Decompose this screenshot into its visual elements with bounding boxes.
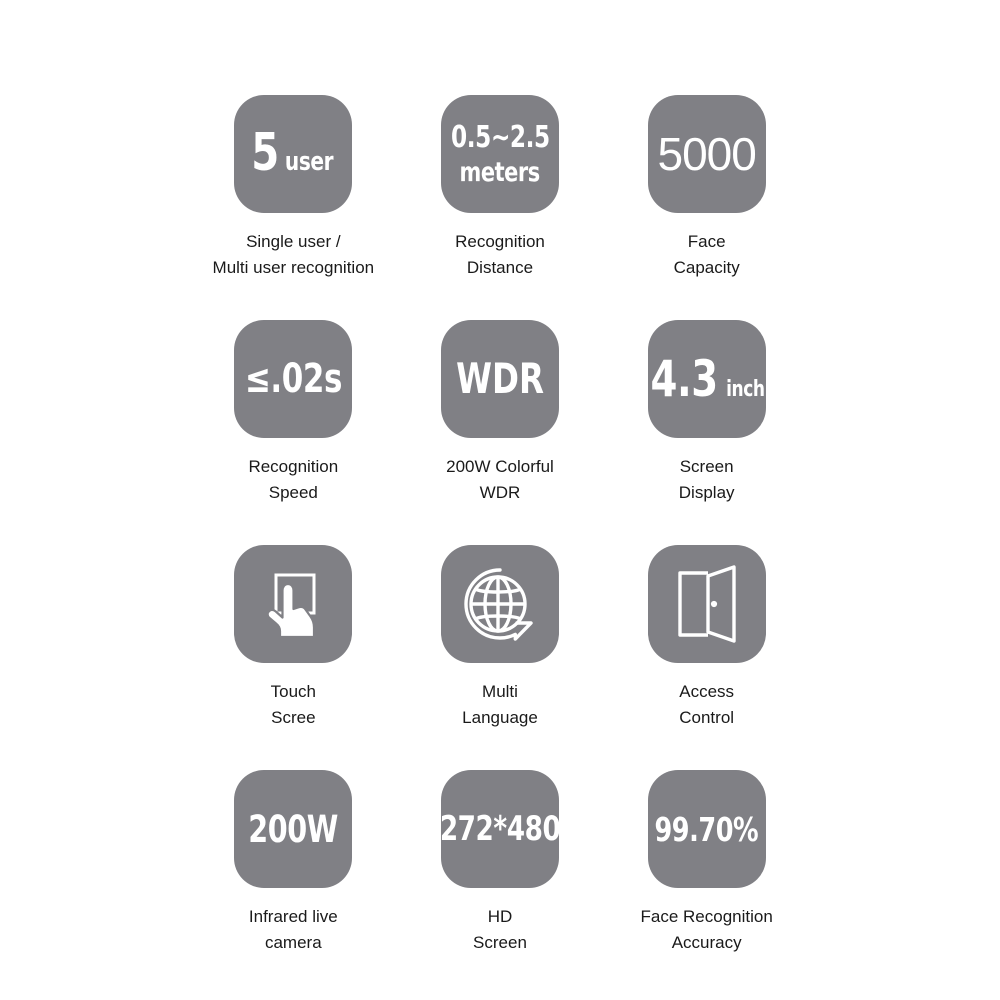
tile-value-primary: WDR	[456, 354, 544, 403]
open-door-icon	[665, 562, 749, 646]
caption-line-1: Screen	[679, 457, 734, 476]
tile-value-primary: 5	[251, 123, 280, 184]
feature-tile-touch-screen	[234, 545, 353, 663]
caption-line-2: Scree	[271, 708, 316, 727]
caption-line-1: Infrared live	[248, 907, 338, 926]
feature-tile-multi-language	[440, 545, 559, 663]
feature-card-face-recognition-accuracy: 99.70% Face Recognition Accuracy	[603, 770, 810, 995]
tile-value-primary: 272*480	[440, 809, 559, 849]
caption-line-2: Capacity	[673, 258, 740, 277]
feature-spec-sheet: 5 user Single user / Multi user recognit…	[0, 0, 1000, 1000]
feature-card-screen-display: 4.3 inch Screen Display	[603, 320, 810, 545]
feature-tile-single-multi-user-recognition: 5 user	[234, 95, 353, 213]
caption-line-2: Language	[462, 708, 538, 727]
touch-hand-icon	[252, 563, 334, 645]
caption-line-1: 200W Colorful	[446, 457, 554, 476]
feature-caption: Single user / Multi user recognition	[213, 229, 375, 281]
caption-line-1: Recognition	[455, 232, 545, 251]
caption-line-2: Multi user recognition	[212, 258, 375, 277]
tile-value-primary: ≤.02s	[244, 356, 342, 402]
feature-caption: HD Screen	[473, 904, 527, 956]
feature-card-hd-screen: 272*480 HD Screen	[397, 770, 604, 995]
caption-line-2: WDR	[479, 483, 521, 502]
caption-line-2: camera	[264, 933, 322, 952]
feature-card-single-multi-user-recognition: 5 user Single user / Multi user recognit…	[190, 95, 397, 320]
caption-line-2: Accuracy	[671, 933, 742, 952]
tile-value-primary: 4.3	[650, 350, 719, 408]
feature-caption: Touch Scree	[271, 679, 316, 731]
tile-value-secondary: meters	[459, 156, 541, 188]
feature-tile-infrared-live-camera: 200W	[234, 770, 353, 888]
feature-card-recognition-speed: ≤.02s Recognition Speed	[190, 320, 397, 545]
feature-caption: 200W Colorful WDR	[446, 454, 554, 506]
caption-line-2: Control	[679, 708, 735, 727]
feature-caption: Face Capacity	[674, 229, 740, 281]
feature-tile-recognition-speed: ≤.02s	[234, 320, 353, 438]
feature-card-multi-language: Multi Language	[397, 545, 604, 770]
feature-card-infrared-live-camera: 200W Infrared live camera	[190, 770, 397, 995]
globe-speech-bubble-icon	[457, 561, 543, 647]
caption-line-1: Recognition	[248, 457, 339, 476]
tile-value-primary: 200W	[248, 807, 339, 851]
caption-line-1: HD	[487, 907, 513, 926]
feature-card-access-control: Access Control	[603, 545, 810, 770]
tile-value-primary: 99.70%	[654, 809, 759, 849]
feature-tile-screen-display: 4.3 inch	[647, 320, 766, 438]
feature-grid: 5 user Single user / Multi user recognit…	[190, 95, 810, 995]
feature-caption: Recognition Distance	[455, 229, 545, 281]
tile-value-secondary: user	[285, 147, 334, 178]
feature-tile-access-control	[647, 545, 766, 663]
feature-card-touch-screen: Touch Scree	[190, 545, 397, 770]
tile-value-primary: 5000	[657, 128, 756, 180]
caption-line-1: Multi	[482, 682, 518, 701]
feature-caption: Face Recognition Accuracy	[641, 904, 773, 956]
feature-card-colorful-wdr: WDR 200W Colorful WDR	[397, 320, 604, 545]
feature-tile-face-capacity: 5000	[647, 95, 766, 213]
feature-tile-hd-screen: 272*480	[440, 770, 559, 888]
feature-caption: Screen Display	[679, 454, 735, 506]
caption-line-1: Face	[687, 232, 726, 251]
feature-card-recognition-distance: 0.5∼2.5 meters Recognition Distance	[397, 95, 604, 320]
caption-line-1: Face Recognition	[640, 907, 773, 926]
feature-tile-recognition-distance: 0.5∼2.5 meters	[440, 95, 559, 213]
feature-card-face-capacity: 5000 Face Capacity	[603, 95, 810, 320]
caption-line-2: Screen	[473, 933, 527, 952]
caption-line-2: Display	[678, 483, 735, 502]
caption-line-1: Access	[679, 682, 735, 701]
feature-caption: Infrared live camera	[249, 904, 338, 956]
feature-caption: Recognition Speed	[248, 454, 338, 506]
caption-line-2: Distance	[466, 258, 534, 277]
caption-line-2: Speed	[268, 483, 318, 502]
feature-tile-face-recognition-accuracy: 99.70%	[647, 770, 766, 888]
feature-tile-colorful-wdr: WDR	[440, 320, 559, 438]
tile-value-primary: 0.5∼2.5	[450, 119, 550, 155]
tile-value-secondary: inch	[726, 377, 766, 402]
feature-caption: Access Control	[679, 679, 734, 731]
caption-line-1: Touch	[270, 682, 317, 701]
caption-line-1: Single user /	[246, 232, 341, 251]
feature-caption: Multi Language	[462, 679, 538, 731]
